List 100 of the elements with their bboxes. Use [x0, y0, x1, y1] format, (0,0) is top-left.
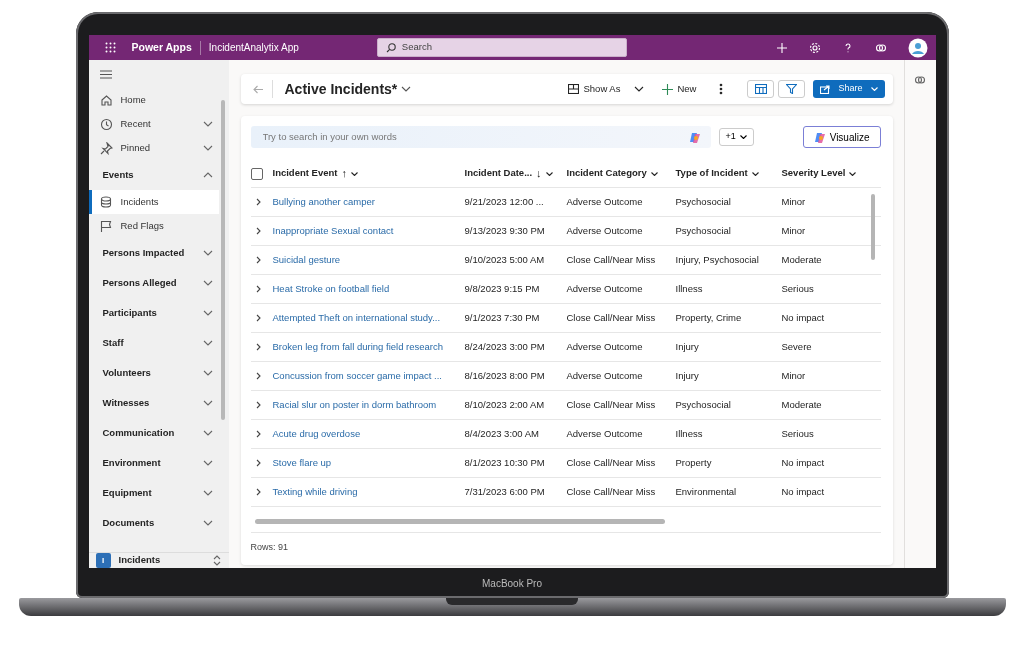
chevron-down-icon[interactable] [202, 340, 213, 346]
nav-group[interactable]: Staff [88, 328, 219, 358]
add-icon[interactable] [775, 41, 788, 54]
chevron-down-icon[interactable] [202, 490, 213, 496]
ai-search-box[interactable]: Try to search in your own words [250, 126, 711, 148]
chevron-down-icon[interactable] [401, 86, 412, 92]
copilot-icon[interactable] [874, 41, 887, 54]
more-icon[interactable] [719, 83, 724, 95]
chevron-down-icon[interactable] [202, 400, 213, 406]
chevron-down-icon[interactable] [202, 310, 213, 316]
filter-button[interactable] [778, 80, 806, 98]
chevron-right-icon[interactable] [255, 227, 261, 236]
column-header[interactable]: Incident Date... ↓ [464, 165, 553, 182]
avatar-icon[interactable] [907, 37, 928, 58]
chevron-down-icon [545, 171, 553, 176]
visualize-button[interactable]: Visualize [802, 126, 881, 148]
nav-group[interactable]: Witnesses [88, 388, 219, 418]
chevron-down-icon[interactable] [202, 430, 213, 436]
chevron-up-icon[interactable] [202, 172, 213, 178]
filter-count-button[interactable]: +1 [718, 128, 754, 146]
nav-group[interactable]: Participants [88, 298, 219, 328]
scrollbar[interactable] [254, 519, 665, 524]
share-button[interactable]: Share [813, 80, 885, 98]
add-icon [662, 83, 674, 95]
table-cell: 8/4/2023 3:00 AM [464, 427, 539, 439]
incident-link[interactable]: Texting while driving [272, 485, 358, 497]
nav-group[interactable]: Documents [88, 508, 219, 538]
table-cell: Psychosocial [675, 398, 731, 410]
nav-item[interactable]: Pinned [88, 136, 219, 160]
scrollbar[interactable] [220, 100, 225, 420]
chevron-down-icon[interactable] [202, 520, 213, 526]
incident-link[interactable]: Inappropriate Sexual contact [272, 224, 394, 236]
column-header[interactable]: Incident Category [566, 166, 658, 181]
settings-icon[interactable] [808, 41, 821, 54]
incident-link[interactable]: Attempted Theft on international study... [272, 311, 441, 323]
menu-icon[interactable] [99, 70, 112, 79]
column-header[interactable]: Severity Level [781, 166, 857, 181]
nav-group[interactable]: Events [88, 160, 219, 190]
nav-group[interactable]: Persons Impacted [88, 238, 219, 268]
table-cell: Injury [675, 340, 699, 352]
nav-item[interactable]: Recent [88, 112, 219, 136]
chevron-right-icon[interactable] [255, 372, 261, 381]
incident-link[interactable]: Bullying another camper [272, 195, 375, 207]
table-cell: 9/21/2023 12:00 ... [464, 195, 544, 207]
scrollbar[interactable] [870, 194, 875, 260]
show-as-button[interactable]: Show As [567, 80, 646, 98]
incident-link[interactable]: Heat Stroke on football field [272, 282, 390, 294]
table-cell: No impact [781, 456, 825, 468]
chevron-right-icon[interactable] [255, 314, 261, 323]
area-switcher[interactable]: I Incidents [88, 552, 229, 568]
chevron-right-icon[interactable] [255, 401, 261, 410]
nav-item[interactable]: Home [88, 88, 219, 112]
incident-link[interactable]: Acute drug overdose [272, 427, 361, 439]
new-button[interactable]: New [661, 80, 698, 98]
nav-item[interactable]: Incidents [88, 190, 219, 214]
chevron-down-icon[interactable] [202, 121, 213, 127]
chevron-right-icon[interactable] [255, 256, 261, 265]
copilot-icon [813, 130, 826, 144]
chevron-down-icon[interactable] [202, 460, 213, 466]
incident-link[interactable]: Suicidal gesture [272, 253, 341, 265]
view-title: Active Incidents* [284, 80, 398, 98]
chevron-right-icon[interactable] [255, 459, 261, 468]
nav-group[interactable]: Communication [88, 418, 219, 448]
chevron-right-icon[interactable] [255, 343, 261, 352]
search-icon [385, 42, 396, 53]
select-all-checkbox[interactable] [250, 167, 263, 180]
chevron-down-icon[interactable] [202, 250, 213, 256]
table-cell: 8/1/2023 10:30 PM [464, 456, 545, 468]
table-cell: Adverse Outcome [566, 369, 643, 381]
incident-link[interactable]: Concussion from soccer game impact ... [272, 369, 442, 381]
chevron-right-icon[interactable] [255, 488, 261, 497]
chevron-right-icon[interactable] [255, 285, 261, 294]
chevron-right-icon[interactable] [255, 430, 261, 439]
nav-group[interactable]: Equipment [88, 478, 219, 508]
incident-link[interactable]: Stove flare up [272, 456, 332, 468]
nav-item[interactable]: Red Flags [88, 214, 219, 238]
ai-search-field[interactable]: Try to search in your own words [260, 128, 689, 146]
column-header[interactable]: Type of Incident [675, 166, 759, 181]
table-cell: Adverse Outcome [566, 427, 643, 439]
search-box[interactable]: Search [376, 38, 627, 57]
chevron-down-icon[interactable] [202, 280, 213, 286]
app-launcher-icon[interactable] [104, 42, 116, 53]
incident-link[interactable]: Racial slur on poster in dorm bathroom [272, 398, 437, 410]
nav-group[interactable]: Environment [88, 448, 219, 478]
chevron-down-icon[interactable] [202, 145, 213, 151]
table-cell: Psychosocial [675, 224, 731, 236]
edit-columns-button[interactable] [747, 80, 775, 98]
table-cell: 8/24/2023 3:00 PM [464, 340, 545, 352]
nav-group[interactable]: Volunteers [88, 358, 219, 388]
copilot-icon[interactable] [914, 74, 926, 86]
incident-link[interactable]: Broken leg from fall during field research [272, 340, 444, 352]
table-cell: Close Call/Near Miss [566, 311, 656, 323]
chevron-down-icon [751, 171, 759, 176]
row-count: Rows: 91 [250, 532, 881, 555]
chevron-right-icon[interactable] [255, 198, 261, 207]
column-header[interactable]: Incident Event ↑ [272, 165, 358, 182]
search-field[interactable]: Search [399, 39, 618, 56]
chevron-down-icon[interactable] [202, 370, 213, 376]
nav-group[interactable]: Persons Alleged [88, 268, 219, 298]
database-icon [99, 195, 113, 209]
